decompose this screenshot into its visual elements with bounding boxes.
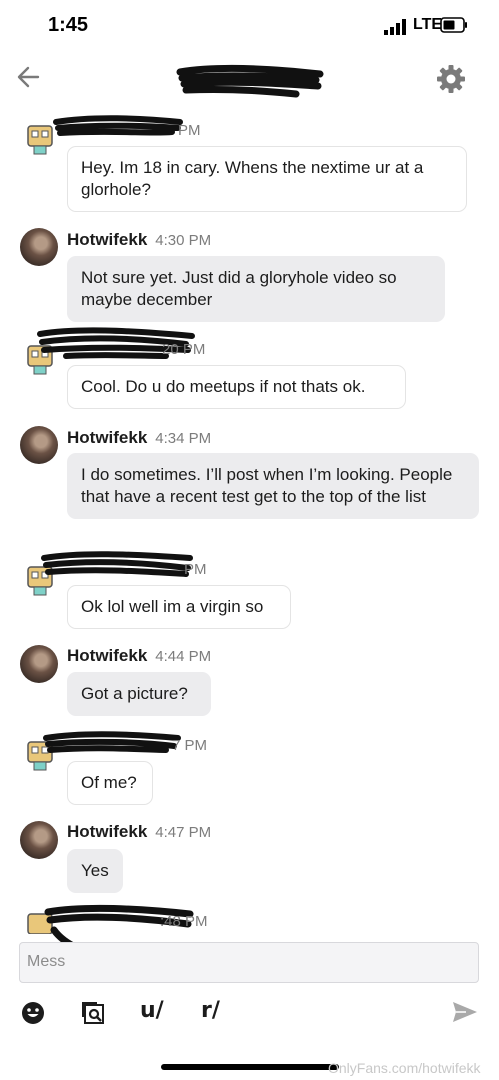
message-bubble[interactable]: Not sure yet. Just did a gloryhole video… <box>67 256 445 322</box>
status-time: 1:45 <box>48 14 89 36</box>
subreddit-u-button[interactable]: u/ <box>140 998 164 1024</box>
home-indicator <box>161 1064 339 1070</box>
message-timestamp: PM <box>178 122 201 139</box>
gear-icon[interactable] <box>436 64 466 94</box>
image-search-icon[interactable] <box>81 1001 105 1025</box>
watermark: OnlyFans.com/hotwifekk <box>328 1060 481 1076</box>
redacted-sender-scribble <box>53 115 183 136</box>
message-header: Hotwifekk 4:47 PM <box>67 822 211 842</box>
user-avatar[interactable] <box>20 645 58 683</box>
message-header: Hotwifekk 4:44 PM <box>67 646 211 666</box>
message-bubble[interactable]: Hey. Im 18 in cary. Whens the nextime ur… <box>67 146 467 212</box>
signal-icon <box>384 19 406 35</box>
sender-name[interactable]: Hotwifekk <box>67 428 147 447</box>
redacted-title-scribble <box>176 64 324 98</box>
redacted-sender-scribble <box>43 731 181 753</box>
message-timestamp: 4:47 PM <box>155 824 212 841</box>
message-timestamp: PM <box>184 561 207 578</box>
sender-name[interactable]: Hotwifekk <box>67 646 147 665</box>
user-avatar[interactable] <box>20 228 58 266</box>
message-timestamp: 4:30 PM <box>155 232 212 249</box>
message-timestamp: 4:34 PM <box>155 430 212 447</box>
redacted-sender-scribble <box>41 551 193 577</box>
send-icon[interactable] <box>452 1001 478 1023</box>
message-timestamp: 4:44 PM <box>155 648 212 665</box>
message-bubble[interactable]: Of me? <box>67 761 153 805</box>
message-header: Hotwifekk 4:30 PM <box>67 230 211 250</box>
sender-name[interactable]: Hotwifekk <box>67 230 147 249</box>
emoji-icon[interactable] <box>21 1001 45 1025</box>
user-avatar[interactable] <box>20 821 58 859</box>
message-input-placeholder: Mess <box>27 953 66 970</box>
message-bubble[interactable]: Got a picture? <box>67 672 211 716</box>
network-label: LTE <box>413 16 443 33</box>
message-header: Hotwifekk 4:34 PM <box>67 428 211 448</box>
message-bubble[interactable]: Cool. Do u do meetups if not thats ok. <box>67 365 406 409</box>
message-bubble[interactable]: Yes <box>67 849 123 893</box>
arrow-left-icon[interactable] <box>14 62 44 92</box>
battery-icon <box>440 17 467 33</box>
sender-name[interactable]: Hotwifekk <box>67 822 147 841</box>
message-input[interactable]: Mess <box>19 942 479 983</box>
message-bubble[interactable]: I do sometimes. I’ll post when I’m looki… <box>67 453 479 519</box>
user-avatar[interactable] <box>20 426 58 464</box>
message-bubble[interactable]: Ok lol well im a virgin so <box>67 585 291 629</box>
message-timestamp: 7 PM <box>172 737 208 754</box>
message-timestamp: 20 PM <box>162 341 206 358</box>
subreddit-r-button[interactable]: r/ <box>201 998 220 1024</box>
message-timestamp: :48 PM <box>160 913 208 930</box>
